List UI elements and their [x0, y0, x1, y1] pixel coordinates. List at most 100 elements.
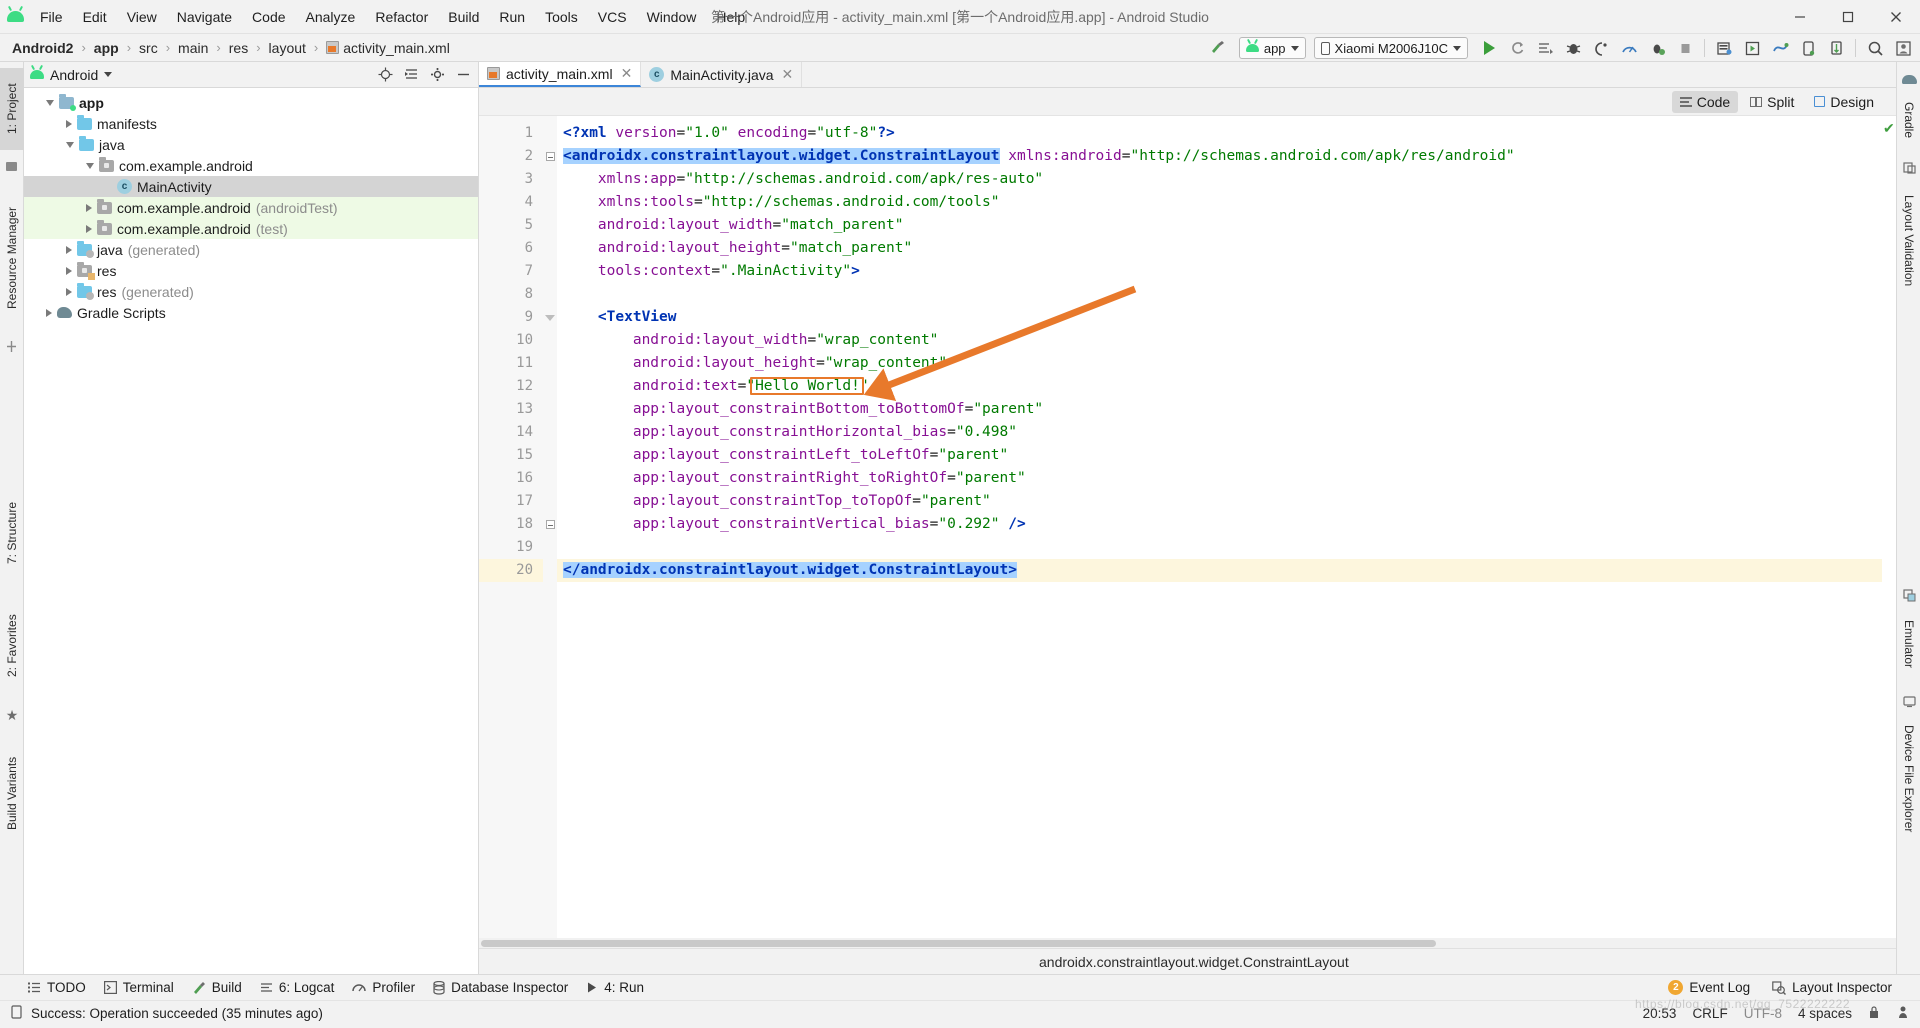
run-configuration-selector[interactable]: app: [1238, 37, 1306, 59]
bottom-tool-terminal[interactable]: Terminal: [103, 980, 174, 995]
menu-item-navigate[interactable]: Navigate: [167, 5, 242, 29]
code-line[interactable]: android:text="Hello World!": [557, 375, 1882, 398]
line-number[interactable]: 6: [479, 237, 543, 260]
breadcrumb-item-5[interactable]: layout: [267, 40, 308, 56]
make-project-icon[interactable]: [1205, 36, 1231, 60]
user-profile-icon[interactable]: [1890, 36, 1916, 60]
code-line[interactable]: [557, 536, 1882, 559]
view-mode-split[interactable]: Split: [1742, 91, 1802, 113]
close-icon[interactable]: ✕: [782, 66, 794, 83]
sidebar-item-device-file-explorer[interactable]: Device File Explorer: [1897, 714, 1920, 844]
hide-panel-icon[interactable]: [454, 66, 472, 84]
line-number[interactable]: 19: [479, 536, 543, 559]
menu-item-edit[interactable]: Edit: [73, 5, 117, 29]
minimize-button[interactable]: [1776, 0, 1824, 34]
debug-icon[interactable]: [1560, 36, 1586, 60]
code-line[interactable]: app:layout_constraintLeft_toLeftOf="pare…: [557, 444, 1882, 467]
sdk-manager-icon[interactable]: [1711, 36, 1737, 60]
editor-tab-bar[interactable]: activity_main.xml ✕ c MainActivity.java ✕: [479, 62, 1896, 88]
run-icon[interactable]: [1476, 36, 1502, 60]
bottom-tool-profiler[interactable]: Profiler: [352, 980, 415, 995]
code-line[interactable]: app:layout_constraintTop_toTopOf="parent…: [557, 490, 1882, 513]
line-number[interactable]: 16: [479, 467, 543, 490]
device-selector[interactable]: Xiaomi M2006J10C: [1313, 37, 1468, 59]
inspector-icon[interactable]: [1896, 1005, 1910, 1022]
tree-item-mainactivity[interactable]: c MainActivity: [24, 176, 478, 197]
fold-marker[interactable]: [543, 306, 557, 329]
line-number[interactable]: 18: [479, 513, 543, 536]
maximize-button[interactable]: [1824, 0, 1872, 34]
resource-icon[interactable]: [0, 334, 24, 360]
line-number[interactable]: 2: [479, 145, 543, 168]
horizontal-scrollbar[interactable]: [479, 938, 1896, 948]
fold-collapse-icon[interactable]: [545, 520, 555, 529]
gradle-elephant-icon[interactable]: [1897, 66, 1920, 92]
bottom-tool-4-run[interactable]: 4: Run: [586, 980, 644, 995]
layout-inspector-icon[interactable]: [1823, 36, 1849, 60]
menu-item-code[interactable]: Code: [242, 5, 295, 29]
line-number[interactable]: 20: [479, 559, 543, 582]
breadcrumb-item-6[interactable]: activity_main.xml: [324, 40, 452, 56]
code-line[interactable]: </androidx.constraintlayout.widget.Const…: [557, 559, 1882, 582]
collapse-all-icon[interactable]: [402, 66, 420, 84]
view-mode-code[interactable]: Code: [1671, 90, 1739, 113]
code-line[interactable]: [557, 283, 1882, 306]
line-number[interactable]: 5: [479, 214, 543, 237]
lock-icon[interactable]: [1868, 1005, 1880, 1022]
apply-changes-icon[interactable]: [1504, 36, 1530, 60]
project-tree[interactable]: app manifests java com.example.android c Main…: [24, 88, 478, 323]
tree-item-com-example-android[interactable]: com.example.android (androidTest): [24, 197, 478, 218]
bottom-tool-todo[interactable]: TODO: [28, 980, 86, 995]
code-line[interactable]: android:layout_height="match_parent": [557, 237, 1882, 260]
expander-collapse-icon[interactable]: [46, 99, 54, 106]
line-number[interactable]: 9: [479, 306, 543, 329]
expander-collapse-icon[interactable]: [86, 162, 94, 169]
stop-icon[interactable]: [1672, 36, 1698, 60]
menu-item-tools[interactable]: Tools: [535, 5, 588, 29]
error-stripe[interactable]: ✔: [1882, 116, 1896, 938]
project-view-selector-label[interactable]: Android: [50, 67, 98, 83]
indent-indicator[interactable]: 4 spaces: [1798, 1006, 1852, 1021]
menu-item-analyze[interactable]: Analyze: [296, 5, 366, 29]
expander-expand-icon[interactable]: [66, 245, 72, 254]
tree-item-java[interactable]: java (generated): [24, 239, 478, 260]
code-line[interactable]: xmlns:tools="http://schemas.android.com/…: [557, 191, 1882, 214]
project-files-icon[interactable]: [0, 154, 24, 180]
code-line[interactable]: android:layout_width="wrap_content": [557, 329, 1882, 352]
code-editor[interactable]: 1 2 3 4 5 6 7 8 9 10 11 12 13 14 15 16 17 18 19 20 <?xml ve…: [479, 116, 1896, 938]
code-line[interactable]: app:layout_constraintRight_toRightOf="pa…: [557, 467, 1882, 490]
line-number[interactable]: 1: [479, 122, 543, 145]
code-line[interactable]: app:layout_constraintHorizontal_bias="0.…: [557, 421, 1882, 444]
menu-item-build[interactable]: Build: [438, 5, 489, 29]
locate-icon[interactable]: [376, 66, 394, 84]
fold-marker[interactable]: [543, 145, 557, 168]
editor-tab-mainactivity-java[interactable]: c MainActivity.java ✕: [641, 62, 803, 87]
attach-debugger-icon[interactable]: [1588, 36, 1614, 60]
fold-collapse-icon[interactable]: [545, 152, 555, 161]
tree-item-java[interactable]: java: [24, 134, 478, 155]
expander-expand-icon[interactable]: [86, 203, 92, 212]
code-text[interactable]: <?xml version="1.0" encoding="utf-8"?> <a…: [557, 116, 1882, 938]
expander-expand-icon[interactable]: [86, 224, 92, 233]
menu-item-vcs[interactable]: VCS: [588, 5, 637, 29]
tree-item-manifests[interactable]: manifests: [24, 113, 478, 134]
expander-expand-icon[interactable]: [66, 287, 72, 296]
device-file-explorer-icon[interactable]: [1897, 688, 1920, 714]
bottom-tool-6-logcat[interactable]: 6: Logcat: [260, 980, 334, 995]
breadcrumb-item-0[interactable]: Android2: [10, 40, 75, 56]
code-line[interactable]: tools:context=".MainActivity">: [557, 260, 1882, 283]
line-number[interactable]: 8: [479, 283, 543, 306]
layout-validation-icon[interactable]: [1897, 154, 1920, 180]
tree-item-com-example-android[interactable]: com.example.android: [24, 155, 478, 176]
editor-tab-activity-main-xml[interactable]: activity_main.xml ✕: [479, 62, 642, 87]
breadcrumb-item-1[interactable]: app: [92, 40, 121, 56]
line-number[interactable]: 12: [479, 375, 543, 398]
menu-bar[interactable]: File Edit View Navigate Code Analyze Refactor B…: [30, 5, 755, 29]
line-number[interactable]: 11: [479, 352, 543, 375]
close-icon[interactable]: ✕: [621, 65, 633, 82]
view-mode-design[interactable]: Design: [1806, 91, 1882, 113]
chevron-down-icon[interactable]: [104, 72, 113, 77]
code-line[interactable]: android:layout_height="wrap_content": [557, 352, 1882, 375]
line-number[interactable]: 15: [479, 444, 543, 467]
favorites-star-icon[interactable]: ★: [0, 702, 24, 728]
